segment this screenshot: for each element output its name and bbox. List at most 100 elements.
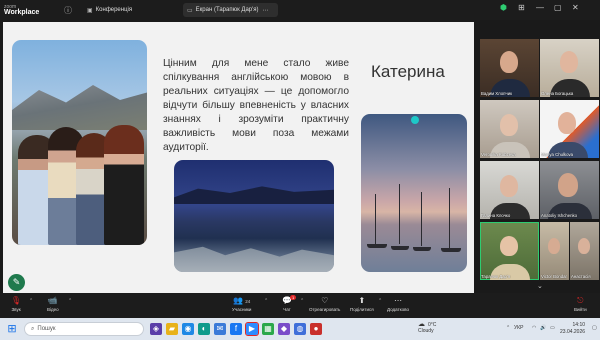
slide-quote: Цінним для мене стало живе спілкування а… [163, 58, 349, 153]
more-icon: ⋯ [393, 296, 402, 305]
notifications-icon[interactable]: ▢ [592, 325, 597, 331]
spreadsheet-icon[interactable]: ▦ [262, 323, 274, 335]
mast-shape [449, 188, 450, 248]
participant-tile[interactable]: Anatoliy Ishchenko [540, 161, 599, 219]
participant-tile[interactable]: Mariya Chulkova [540, 100, 599, 158]
boat-shape [413, 247, 431, 251]
weather-widget[interactable]: ☁ 0°C Cloudy [418, 321, 436, 334]
more-label: Додатково [387, 307, 409, 312]
tab-screen-share-label: Екран (Тарапюк Дар'я) [195, 7, 259, 13]
boat-shape [441, 248, 461, 252]
search-placeholder: Пошук [37, 326, 56, 332]
shared-slide: Цінним для мене стало живе спілкування а… [3, 22, 474, 293]
participant-tile[interactable]: Галина Клочко [480, 161, 539, 219]
video-button[interactable]: 📹 Відео [47, 295, 59, 312]
mic-muted-icon: 🎙 [11, 296, 22, 305]
audio-label: Звук [11, 307, 21, 312]
audio-button[interactable]: 🎙 Звук [11, 295, 21, 312]
tab-conference-label: Конференція [95, 7, 133, 13]
store-icon[interactable]: ◆ [278, 323, 290, 335]
brand-line-2: Workplace [4, 9, 40, 16]
share-label: Поділитися [350, 307, 374, 312]
participant-name: Анастасія [571, 274, 591, 279]
participant-tile[interactable]: Victor Bondar [540, 222, 569, 280]
clock-date: 23.04.2026 [560, 329, 586, 335]
participant-name: Mariya Chulkova [541, 152, 574, 157]
face-shape [558, 173, 578, 197]
mast-shape [399, 184, 400, 244]
leave-button[interactable]: ⎋ Вийти [574, 295, 587, 312]
mail-icon[interactable]: ✉ [214, 323, 226, 335]
browser-icon[interactable]: ◍ [294, 323, 306, 335]
camera-icon: 📹 [47, 296, 58, 305]
participant-name: Галина Клочко [481, 213, 511, 218]
facebook-icon[interactable]: f [230, 323, 242, 335]
participants-gallery: Вадим Хлопчик Олена Богацька Veronika Ko… [476, 22, 600, 293]
info-icon[interactable]: ⓘ [64, 5, 72, 16]
chrome-icon[interactable]: ◉ [182, 323, 194, 335]
tray-chevron-icon[interactable]: ⌃ [506, 325, 510, 331]
mast-shape [375, 194, 376, 244]
annotate-pen-icon[interactable]: ✎ [8, 274, 25, 291]
language-indicator[interactable]: УКР [514, 325, 523, 331]
clock[interactable]: 14:10 23.04.2026 [560, 322, 585, 336]
rocks-shape [174, 246, 334, 272]
face-shape [500, 51, 518, 73]
video-label: Відео [47, 307, 59, 312]
participant-tile[interactable]: Анастасія [570, 222, 599, 280]
participant-tile[interactable]: Олена Богацька [540, 39, 599, 97]
edge-icon[interactable]: ◐ [198, 323, 210, 335]
participant-name: Тарапюк Дар'я [481, 274, 511, 279]
participant-tile[interactable]: Вадим Хлопчик [480, 39, 539, 97]
participant-tile-active[interactable]: Тарапюк Дар'я [480, 222, 539, 280]
video-options-chevron-icon[interactable]: ⌃ [68, 298, 72, 304]
taskbar-search[interactable]: ⌕ Пошук [24, 322, 144, 336]
more-button[interactable]: ⋯ Додатково [387, 295, 409, 312]
zoom-app-icon[interactable]: ▶ [245, 322, 259, 336]
chat-label: Чат [283, 307, 291, 312]
participants-options-chevron-icon[interactable]: ⌃ [264, 298, 268, 304]
face-shape [500, 175, 518, 197]
mountains-shape [12, 85, 147, 130]
tab-screen-share[interactable]: ▭ Екран (Тарапюк Дар'я) ⋯ [183, 3, 278, 17]
share-options-chevron-icon[interactable]: ⌃ [378, 298, 382, 304]
face-shape [500, 236, 518, 256]
file-explorer-icon[interactable]: ▰ [166, 323, 178, 335]
face-shape [500, 114, 518, 136]
more-options-icon[interactable]: ⋯ [263, 7, 269, 14]
participant-name: Veronika Kobzeva [481, 152, 516, 157]
person-shape [104, 125, 144, 245]
audio-options-chevron-icon[interactable]: ⌃ [29, 298, 33, 304]
close-icon[interactable]: ✕ [572, 3, 579, 12]
participants-button[interactable]: 👥 24 Учасники [232, 295, 251, 312]
shield-icon[interactable]: ⬢ [500, 3, 507, 12]
app-icon[interactable]: ● [310, 323, 322, 335]
wifi-icon[interactable]: ◠ [532, 325, 536, 331]
task-view-icon[interactable]: ◈ [150, 323, 162, 335]
maximize-icon[interactable]: ▢ [554, 3, 562, 12]
chat-options-chevron-icon[interactable]: ⌃ [300, 298, 304, 304]
marina-sunset-photo [361, 114, 467, 272]
leave-label: Вийти [574, 307, 587, 312]
zoom-logo: zoom Workplace [4, 4, 39, 16]
react-label: Отреагировать [309, 307, 341, 312]
participants-icon: 👥 24 [233, 296, 251, 305]
clock-time: 14:10 [572, 322, 586, 328]
meeting-toolbar: 🎙 Звук ⌃ 📹 Відео ⌃ 👥 24 Учасники ⌃ 💬 Чат… [0, 293, 600, 318]
leave-icon: ⎋ [577, 296, 584, 305]
conference-icon: ▣ [87, 7, 93, 14]
share-button[interactable]: ⬆ Поділитися [350, 295, 374, 312]
minimize-icon[interactable]: — [536, 3, 544, 12]
tab-conference[interactable]: ▣ Конференція [84, 3, 174, 17]
participants-count: 24 [245, 299, 251, 304]
chat-unread-badge: 1 [290, 295, 297, 300]
volume-icon[interactable]: 🔊 [540, 325, 546, 331]
participant-name: Вадим Хлопчик [481, 91, 512, 96]
view-icon[interactable]: ⊞ [518, 3, 525, 12]
chat-button[interactable]: 💬 Чат 1 [282, 295, 297, 312]
windows-start-icon[interactable]: ⊞ [6, 323, 18, 335]
chevron-down-icon[interactable]: ⌄ [537, 282, 543, 290]
participant-tile[interactable]: Veronika Kobzeva [480, 100, 539, 158]
react-button[interactable]: ♡ Отреагировать [309, 295, 340, 312]
battery-icon[interactable]: ▭ [550, 325, 555, 331]
